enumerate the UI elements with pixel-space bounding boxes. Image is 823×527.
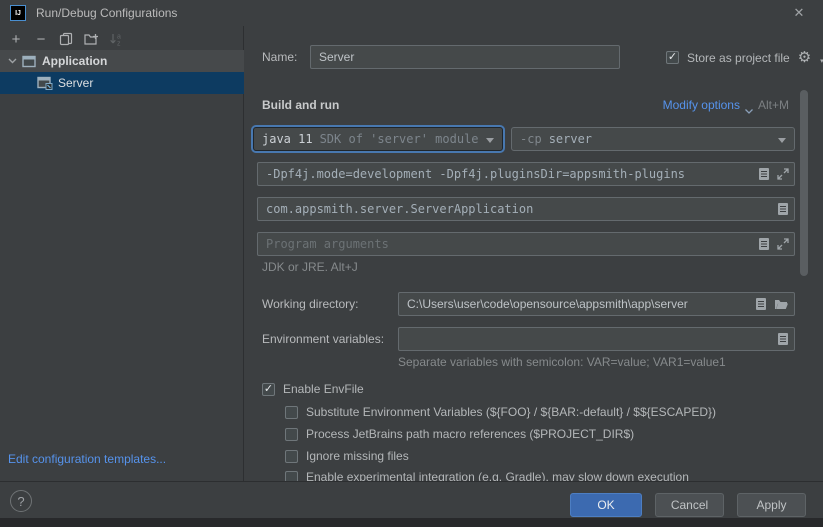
experimental-integration-checkbox[interactable] (285, 471, 298, 482)
expand-field-icon[interactable] (777, 168, 789, 180)
env-vars-hint: Separate variables with semicolon: VAR=v… (398, 355, 726, 369)
enable-envfile-row: ✓ Enable EnvFile (262, 381, 364, 397)
envfile-option-substitute: Substitute Environment Variables (${FOO}… (285, 404, 716, 420)
macros-icon[interactable] (758, 237, 770, 251)
program-arguments-field-wrap (257, 232, 795, 256)
chevron-down-icon[interactable] (5, 54, 19, 68)
section-title: Build and run (262, 98, 339, 112)
store-as-project-file-row: ✓ Store as project file ⚙▾ (666, 50, 823, 65)
sort-alphabetically-icon: az (108, 31, 124, 47)
macros-icon[interactable] (777, 332, 789, 346)
path-macro-checkbox[interactable] (285, 428, 298, 441)
enable-envfile-label: Enable EnvFile (283, 382, 364, 396)
vm-options-input[interactable] (258, 163, 794, 185)
intellij-logo-icon: IJ (10, 5, 26, 21)
cp-prefix: -cp (520, 132, 542, 146)
background-window-strip (0, 518, 823, 527)
svg-text:z: z (117, 41, 121, 47)
main-class-input[interactable] (258, 198, 794, 220)
main-class-field-wrap (257, 197, 795, 221)
browse-folder-icon[interactable] (774, 298, 789, 310)
modify-options-shortcut: Alt+M (758, 98, 789, 112)
help-icon[interactable]: ? (10, 490, 32, 512)
program-arguments-input[interactable] (258, 233, 794, 255)
title-bar: IJ Run/Debug Configurations ✕ (0, 0, 823, 26)
build-and-run-row: Build and run Modify options Alt+M (244, 98, 823, 114)
store-as-project-file-checkbox[interactable]: ✓ (666, 51, 679, 64)
ignore-missing-files-label: Ignore missing files (306, 449, 409, 463)
cancel-button[interactable]: Cancel (655, 493, 724, 517)
tree-item-server[interactable]: Server (0, 72, 244, 94)
path-macro-label: Process JetBrains path macro references … (306, 427, 634, 441)
sidebar-toolbar: + − az (0, 28, 124, 50)
edit-configuration-templates-link[interactable]: Edit configuration templates... (8, 452, 166, 466)
classpath-module-combobox[interactable]: -cp server (511, 127, 795, 151)
combo-row: java 11 SDK of 'server' module -cp serve… (244, 127, 823, 153)
macros-icon[interactable] (755, 297, 767, 311)
dropdown-arrow-icon (778, 138, 786, 143)
store-as-project-file-label: Store as project file (687, 51, 790, 65)
ok-button[interactable]: OK (570, 493, 642, 517)
tree-item-label: Server (58, 76, 93, 90)
close-icon[interactable]: ✕ (791, 5, 807, 21)
environment-variables-input[interactable] (399, 328, 794, 350)
ignore-missing-files-checkbox[interactable] (285, 450, 298, 463)
jre-value: java 11 (262, 132, 313, 146)
gear-icon[interactable]: ⚙ (798, 50, 811, 65)
vm-options-field-wrap (257, 162, 795, 186)
working-directory-input[interactable] (399, 293, 794, 315)
name-row: Name: ✓ Store as project file ⚙▾ (244, 45, 823, 69)
macros-icon[interactable] (758, 167, 770, 181)
cp-value: server (549, 132, 592, 146)
main-class-row (244, 197, 823, 222)
run-debug-configurations-dialog: IJ Run/Debug Configurations ✕ + − az (0, 0, 823, 527)
program-arguments-row (244, 232, 823, 257)
expand-field-icon[interactable] (777, 238, 789, 250)
jre-annotation: SDK of 'server' module (320, 132, 479, 146)
environment-variables-row: Environment variables: (244, 327, 823, 352)
copy-icon[interactable] (58, 31, 74, 47)
working-directory-label: Working directory: (262, 292, 358, 316)
configurations-sidebar: + − az Application Serv (0, 26, 244, 481)
application-icon (22, 55, 37, 68)
substitute-env-vars-checkbox[interactable] (285, 406, 298, 419)
envfile-option-experimental: Enable experimental integration (e.g. Gr… (285, 469, 689, 481)
tree-item-label: Application (42, 54, 107, 68)
new-folder-icon[interactable] (83, 31, 99, 47)
configuration-form: Name: ✓ Store as project file ⚙▾ Build a… (244, 26, 823, 481)
vm-options-row (244, 162, 823, 187)
dialog-footer: ? OK Cancel Apply (0, 481, 823, 518)
envfile-option-ignore-missing: Ignore missing files (285, 448, 409, 464)
apply-button[interactable]: Apply (737, 493, 806, 517)
svg-text:a: a (117, 34, 121, 41)
dialog-title: Run/Debug Configurations (36, 6, 177, 20)
modify-options[interactable]: Modify options Alt+M (663, 98, 789, 112)
macros-icon[interactable] (777, 202, 789, 216)
substitute-env-vars-label: Substitute Environment Variables (${FOO}… (306, 405, 716, 419)
environment-variables-label: Environment variables: (262, 327, 384, 351)
remove-icon[interactable]: − (33, 31, 49, 47)
working-directory-row: Working directory: (244, 292, 823, 317)
envfile-option-path-macro: Process JetBrains path macro references … (285, 426, 634, 442)
application-icon (37, 76, 53, 90)
chevron-down-icon (745, 103, 753, 108)
enable-envfile-checkbox[interactable]: ✓ (262, 383, 275, 396)
name-field-wrap (310, 45, 620, 69)
environment-variables-field-wrap (398, 327, 795, 351)
add-icon[interactable]: + (8, 31, 24, 47)
working-directory-field-wrap (398, 292, 795, 316)
experimental-integration-label: Enable experimental integration (e.g. Gr… (306, 470, 689, 481)
dropdown-arrow-icon (486, 138, 494, 143)
tree-item-application[interactable]: Application (0, 50, 244, 72)
name-input[interactable] (311, 46, 619, 68)
jre-combobox[interactable]: java 11 SDK of 'server' module (253, 127, 503, 151)
jre-hint: JDK or JRE. Alt+J (262, 260, 358, 274)
modify-options-link[interactable]: Modify options (663, 98, 740, 112)
name-label: Name: (262, 45, 297, 69)
vertical-scrollbar[interactable] (800, 90, 808, 276)
